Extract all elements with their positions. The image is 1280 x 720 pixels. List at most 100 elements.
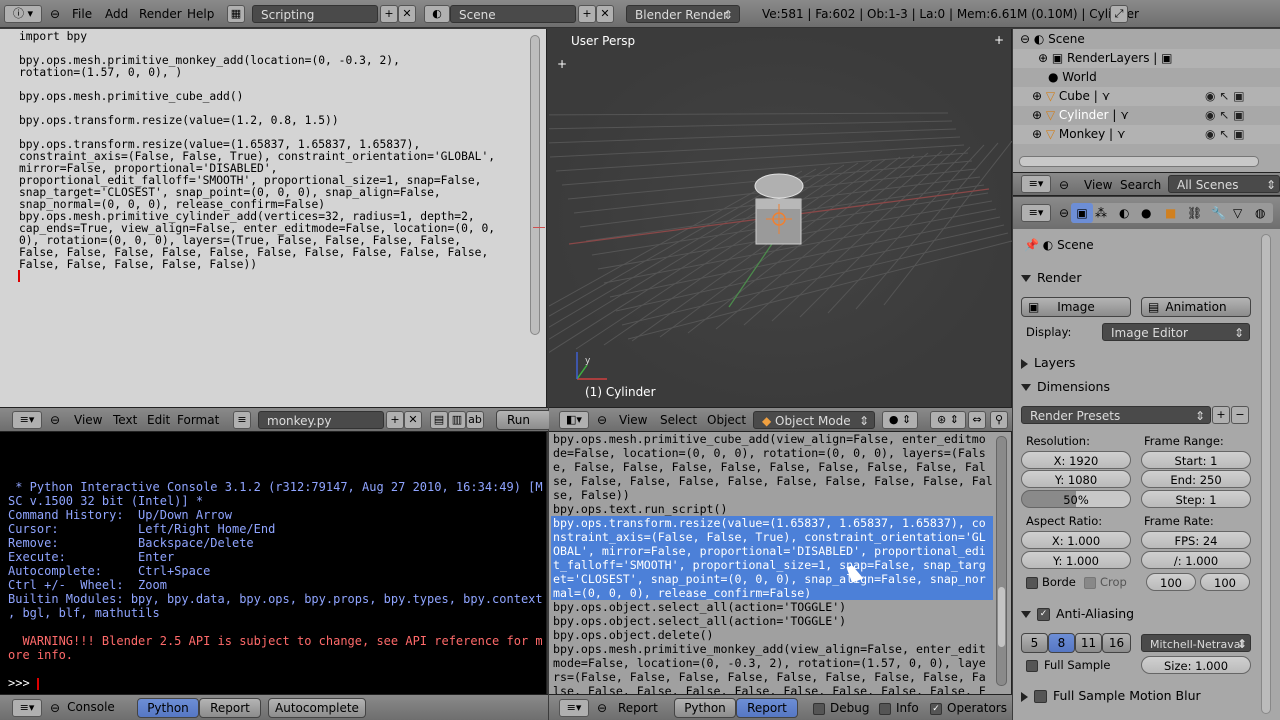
screen-layout-icon[interactable]: ▦ xyxy=(227,5,245,23)
render-icon[interactable]: ▣ xyxy=(1233,108,1244,122)
viewport-editor-type-icon[interactable]: ◧▾ xyxy=(559,411,589,429)
render-icon[interactable]: ▣ xyxy=(1233,89,1244,103)
report-line-selected[interactable]: nstraint_axis=(False, False, True), cons… xyxy=(553,530,986,544)
crop-checkbox[interactable]: Crop xyxy=(1084,575,1127,589)
report-line[interactable]: bpy.ops.object.select_all(action='TOGGLE… xyxy=(553,600,846,614)
render-image-button[interactable]: ▣ Image xyxy=(1021,297,1131,317)
debug-checkbox[interactable]: Debug xyxy=(813,696,869,720)
viewport-menu-view[interactable]: View xyxy=(619,408,647,432)
remove-preset-icon[interactable]: − xyxy=(1231,406,1249,424)
add-region-icon[interactable]: + xyxy=(994,33,1004,47)
code-line[interactable]: False, False, False, False, False)) xyxy=(19,259,257,271)
viewport-menu-object[interactable]: Object xyxy=(707,408,746,432)
python-mode-button[interactable]: Python xyxy=(674,698,736,718)
report-line[interactable]: se, False, False, False, False, False, F… xyxy=(553,474,993,488)
text-menu-text[interactable]: Text xyxy=(113,408,137,432)
frame-end-field[interactable]: End: 250 xyxy=(1141,470,1251,488)
text-filename-field[interactable]: monkey.py xyxy=(258,411,384,429)
info-checkbox[interactable]: Info xyxy=(879,696,919,720)
eye-icon[interactable]: ◉ xyxy=(1205,127,1215,141)
menu-add[interactable]: Add xyxy=(105,2,128,26)
render-animation-button[interactable]: ▤ Animation xyxy=(1141,297,1251,317)
text-datablock-icon[interactable]: ≡ xyxy=(233,411,251,429)
report-line[interactable]: rs=(False, False, False, False, False, F… xyxy=(553,670,986,684)
render-panel-header[interactable]: Render xyxy=(1021,267,1255,289)
text-editor-scrollbar[interactable] xyxy=(530,35,540,335)
resolution-y-field[interactable]: Y: 1080 xyxy=(1021,470,1131,488)
operators-checkbox[interactable]: ✓ Operators xyxy=(930,696,1007,720)
fullscreen-icon[interactable]: ⤢ xyxy=(1110,5,1128,23)
add-region-icon[interactable]: + xyxy=(557,57,567,71)
text-menu-format[interactable]: Format xyxy=(177,408,219,432)
menu-file[interactable]: File xyxy=(72,2,92,26)
checkbox-icon[interactable] xyxy=(1034,690,1047,703)
code-line[interactable]: import bpy xyxy=(19,31,87,43)
aa-filter-select[interactable]: Mitchell-Netraval ⇕ xyxy=(1141,634,1251,652)
report-mode-button[interactable]: Report xyxy=(199,698,261,718)
outliner-renderlayers[interactable]: ⊕ ▣ RenderLayers | ▣ xyxy=(1038,49,1172,68)
report-menu-report[interactable]: Report xyxy=(618,696,658,720)
report-line[interactable]: bpy.ops.object.select_all(action='TOGGLE… xyxy=(553,614,846,628)
outliner-cube[interactable]: ⊕ ▽ Cube | ⋎ xyxy=(1032,87,1110,106)
object-tab-icon[interactable]: ■ xyxy=(1165,203,1176,223)
aa-samples-16[interactable]: 16 xyxy=(1102,633,1131,653)
add-screen-icon[interactable]: + xyxy=(380,5,398,23)
fps-base-field[interactable]: /: 1.000 xyxy=(1141,551,1251,569)
cursor-icon[interactable]: ↖ xyxy=(1219,108,1229,122)
new-text-icon[interactable]: + xyxy=(386,411,404,429)
collapse-menu-icon[interactable]: ⊖ xyxy=(597,696,607,720)
data-tab-icon[interactable]: ▽ xyxy=(1233,203,1242,223)
report-line-selected[interactable]: mal=(0, 0, 0), release_confirm=False) xyxy=(553,586,811,600)
report-line-selected[interactable]: OBAL', mirror=False, proportional='DISAB… xyxy=(553,544,986,558)
properties-context-tabs[interactable]: ▣ ⁂ ◐ ● ■ ⛓ 🔧 ▽ ◍ xyxy=(1071,203,1273,223)
collapse-menu-icon[interactable]: ⊖ xyxy=(597,408,607,432)
render-presets-select[interactable]: Render Presets ⇕ xyxy=(1021,406,1211,424)
word-wrap-icon[interactable]: ▥ xyxy=(448,411,466,429)
display-select[interactable]: Image Editor ⇕ xyxy=(1102,323,1250,341)
collapse-menu-icon[interactable]: ⊖ xyxy=(50,2,60,26)
report-editor-type-icon[interactable]: ≡▾ xyxy=(559,699,589,717)
3d-viewport[interactable]: y xyxy=(549,29,1012,407)
cursor-icon[interactable]: ↖ xyxy=(1219,127,1229,141)
report-line[interactable]: se, False)) xyxy=(553,488,630,502)
time-old-field[interactable]: 100 xyxy=(1146,573,1196,591)
aa-checkbox-icon[interactable]: ✓ xyxy=(1037,608,1050,621)
frame-start-field[interactable]: Start: 1 xyxy=(1141,451,1251,469)
aa-samples-8[interactable]: 8 xyxy=(1048,633,1075,653)
collapse-menu-icon[interactable]: ⊖ xyxy=(50,408,60,432)
report-line[interactable]: de=False, location=(0, 0, 0), rotation=(… xyxy=(553,446,986,460)
code-line[interactable]: rotation=(1.57, 0, 0), ) xyxy=(19,67,182,79)
outliner-monkey[interactable]: ⊕ ▽ Monkey | ⋎ xyxy=(1032,125,1126,144)
render-engine-select[interactable]: Blender Render ⇕ xyxy=(626,5,740,23)
text-menu-edit[interactable]: Edit xyxy=(147,408,170,432)
console-prompt[interactable]: >>> xyxy=(8,676,39,690)
layers-panel-header[interactable]: Layers xyxy=(1021,352,1255,374)
aspect-y-field[interactable]: Y: 1.000 xyxy=(1021,551,1131,569)
anti-aliasing-panel-header[interactable]: ✓ Anti-Aliasing xyxy=(1021,603,1255,625)
collapse-menu-icon[interactable]: ⊖ xyxy=(1059,173,1069,197)
aa-samples-5[interactable]: 5 xyxy=(1021,633,1048,653)
pin-icon[interactable]: 📌 xyxy=(1024,238,1043,252)
pivot-icon[interactable]: ⊛ ⇕ xyxy=(930,411,966,429)
outliner-world[interactable]: ● World xyxy=(1048,68,1097,87)
restrict-columns[interactable]: ◉ ↖ ▣ ◉ ↖ ▣ ◉ ↖ ▣ xyxy=(1205,87,1245,144)
outliner-menu-view[interactable]: View xyxy=(1084,173,1112,197)
time-new-field[interactable]: 100 xyxy=(1200,573,1250,591)
unlink-text-icon[interactable]: ✕ xyxy=(404,411,422,429)
frame-step-field[interactable]: Step: 1 xyxy=(1141,490,1251,508)
aa-samples-11[interactable]: 11 xyxy=(1075,633,1102,653)
motion-blur-panel-header[interactable]: Full Sample Motion Blur xyxy=(1021,685,1255,707)
render-tab-icon[interactable]: ▣ xyxy=(1071,203,1093,223)
python-mode-button[interactable]: Python xyxy=(137,698,199,718)
outliner-menu-search[interactable]: Search xyxy=(1120,173,1161,197)
modifiers-tab-icon[interactable]: 🔧 xyxy=(1211,203,1226,223)
eye-icon[interactable]: ◉ xyxy=(1205,89,1215,103)
syntax-highlight-icon[interactable]: ab xyxy=(466,411,484,429)
render-layers-tab-icon[interactable]: ⁂ xyxy=(1095,203,1107,223)
run-script-button[interactable]: Run Script xyxy=(496,410,552,430)
report-line[interactable]: e, False, False, False, False, False, Fa… xyxy=(553,460,986,474)
constraints-tab-icon[interactable]: ⛓ xyxy=(1187,203,1202,223)
collapse-menu-icon[interactable]: ⊖ xyxy=(50,696,60,720)
collapse-menu-icon[interactable]: ⊖ xyxy=(1059,201,1069,225)
world-tab-icon[interactable]: ● xyxy=(1141,203,1151,223)
